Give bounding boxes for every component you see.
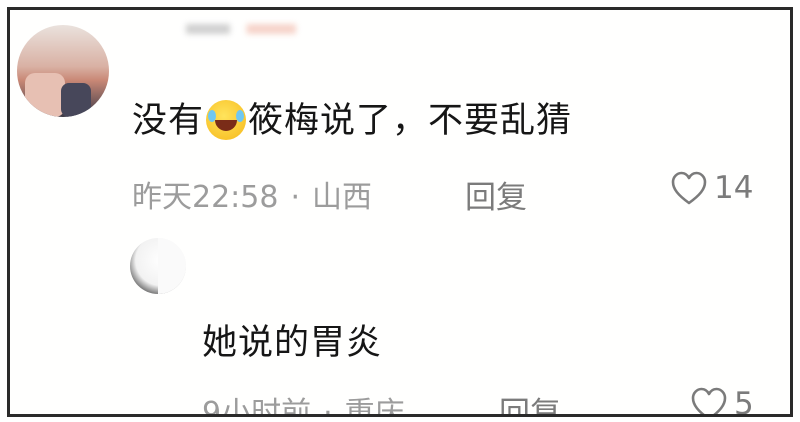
comment-location: 重庆 bbox=[344, 396, 405, 417]
heart-icon bbox=[671, 171, 707, 205]
comment-text-part: 筱梅说了，不要乱猜 bbox=[248, 101, 573, 141]
username-blurred bbox=[186, 24, 296, 34]
comment-location: 山西 bbox=[312, 180, 373, 215]
like-count: 5 bbox=[734, 386, 754, 417]
avatar[interactable] bbox=[17, 25, 109, 117]
comment-meta: 9小时前 · 重庆 bbox=[202, 388, 405, 417]
comment-thread: 没有 筱梅说了，不要乱猜 昨天22:58 · 山西 回复 14 她说的胃炎 9小时前 ·… bbox=[7, 7, 793, 417]
avatar[interactable] bbox=[130, 238, 186, 294]
laughing-crying-emoji-icon bbox=[206, 100, 247, 140]
comment-text: 没有 筱梅说了，不要乱猜 bbox=[132, 92, 572, 143]
comment-text: 她说的胃炎 bbox=[202, 323, 383, 363]
like-button[interactable]: 5 bbox=[690, 386, 754, 417]
comment-time: 昨天22:58 bbox=[132, 180, 279, 215]
meta-separator: · bbox=[290, 180, 301, 215]
comment-meta: 昨天22:58 · 山西 bbox=[132, 172, 372, 216]
reply-button[interactable]: 回复 bbox=[499, 388, 561, 414]
like-count: 14 bbox=[714, 170, 754, 206]
comment-text-part: 没有 bbox=[132, 101, 205, 141]
like-button[interactable]: 14 bbox=[670, 170, 753, 206]
comment-time: 9小时前 bbox=[202, 396, 312, 417]
heart-icon bbox=[691, 387, 727, 414]
reply-button[interactable]: 回复 bbox=[465, 172, 527, 217]
meta-separator: · bbox=[323, 396, 333, 417]
